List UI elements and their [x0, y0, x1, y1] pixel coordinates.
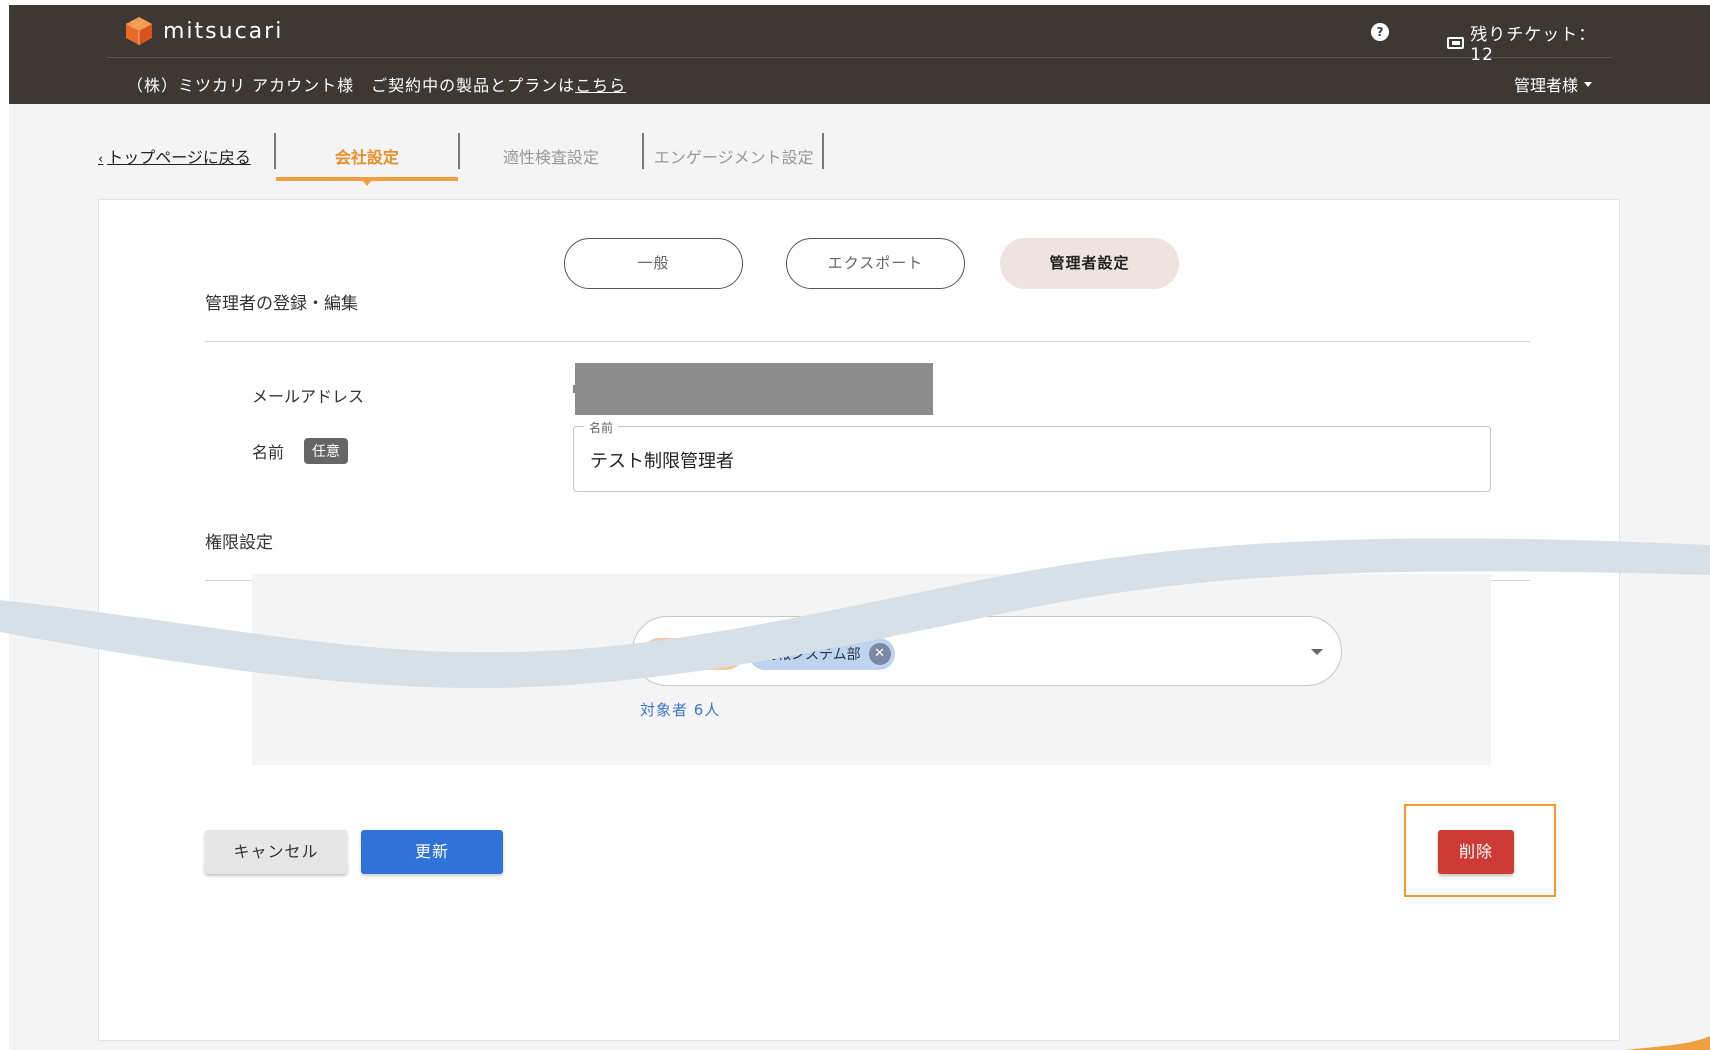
tab-aptitude-settings[interactable]: 適性検査設定	[460, 131, 642, 181]
settings-card: 一般 エクスポート 管理者設定 管理者の登録・編集 メールアドレス 名前 任意 …	[98, 199, 1620, 1041]
chevron-left-icon: ‹	[98, 152, 104, 167]
plan-details-link[interactable]: こちら	[575, 76, 626, 95]
name-input-value: テスト制限管理者	[590, 451, 734, 472]
chip-remove-icon[interactable]: ✕	[717, 643, 739, 665]
back-to-top-link[interactable]: ‹ トップページに戻る	[98, 144, 251, 168]
ticket-icon	[1447, 36, 1465, 49]
dropdown-arrow-icon[interactable]	[1311, 649, 1323, 655]
help-icon[interactable]: ?	[1371, 23, 1389, 41]
header-inner: mitsucari ? 残りチケット：12 （株）ミツカリ アカウント様 ご契約…	[107, 5, 1612, 104]
department-select[interactable]: ✕ 情報システム部 ✕	[632, 616, 1342, 686]
department-chip-label: 情報システム部	[763, 647, 861, 663]
settings-tab-bar: ‹ トップページに戻る 会社設定 適性検査設定 エンゲージメント設定	[98, 131, 824, 186]
brand-name: mitsucari	[163, 18, 284, 44]
name-label-text: 名前	[252, 443, 285, 462]
chip-remove-icon[interactable]: ✕	[868, 643, 891, 665]
delete-button[interactable]: 削除	[1438, 830, 1514, 874]
tab-company-settings[interactable]: 会社設定	[275, 131, 458, 186]
company-plan-line: （株）ミツカリ アカウント様 ご契約中の製品とプランはこちら	[127, 72, 626, 96]
name-label: 名前 任意	[252, 438, 349, 464]
subtab-export[interactable]: エクスポート	[786, 238, 965, 289]
subtab-general[interactable]: 一般	[564, 238, 743, 289]
name-input[interactable]: 名前 テスト制限管理者	[573, 419, 1491, 492]
tab-divider	[821, 133, 824, 169]
header-account-bar: （株）ミツカリ アカウント様 ご契約中の製品とプランはこちら 管理者様	[107, 58, 1612, 104]
brand-logo[interactable]: mitsucari	[123, 15, 283, 47]
cancel-button[interactable]: キャンセル	[205, 830, 347, 874]
department-chip[interactable]: ✕	[643, 638, 743, 670]
permissions-panel: ✕ 情報システム部 ✕ 対象者 6人	[252, 574, 1491, 765]
subtab-admin-settings[interactable]: 管理者設定	[1000, 238, 1179, 289]
update-button[interactable]: 更新	[361, 830, 503, 874]
admin-user-label: 管理者様	[1513, 76, 1578, 95]
company-plan-text: （株）ミツカリ アカウント様 ご契約中の製品とプランは	[127, 76, 576, 95]
department-chip[interactable]: 情報システム部 ✕	[749, 638, 895, 670]
name-input-legend: 名前	[584, 419, 619, 436]
target-count-link[interactable]: 対象者 6人	[640, 699, 720, 720]
optional-badge: 任意	[304, 438, 349, 464]
email-label: メールアドレス	[252, 383, 364, 407]
app-window: mitsucari ? 残りチケット：12 （株）ミツカリ アカウント様 ご契約…	[9, 5, 1710, 1050]
permissions-section-title: 権限設定	[205, 533, 273, 553]
email-value-redacted	[575, 363, 933, 415]
email-label-text: メールアドレス	[252, 387, 365, 406]
section-divider	[205, 341, 1530, 342]
back-to-top-label: トップページに戻る	[107, 148, 251, 167]
header-top-bar: mitsucari ? 残りチケット：12	[107, 5, 1612, 65]
admin-user-menu[interactable]: 管理者様	[1514, 72, 1592, 96]
tab-engagement-settings[interactable]: エンゲージメント設定	[644, 131, 822, 181]
admin-edit-section-title: 管理者の登録・編集	[205, 294, 358, 314]
logo-cube-icon	[126, 17, 152, 45]
chevron-down-icon	[1584, 81, 1592, 87]
top-header: mitsucari ? 残りチケット：12 （株）ミツカリ アカウント様 ご契約…	[9, 5, 1710, 104]
